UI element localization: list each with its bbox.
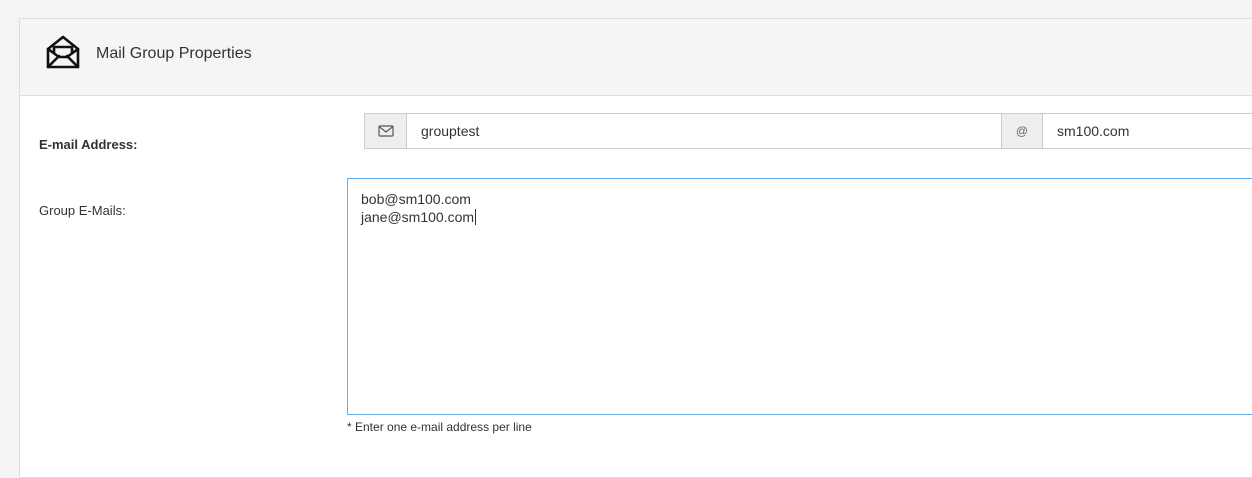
email-address-label: E-mail Address: (39, 137, 138, 152)
group-email-line: bob@sm100.com (361, 191, 471, 207)
panel-header: Mail Group Properties (20, 19, 1252, 96)
at-symbol-addon: @ (1001, 114, 1043, 148)
group-emails-textarea[interactable]: bob@sm100.com jane@sm100.com (347, 178, 1252, 415)
envelope-icon (377, 125, 394, 137)
email-domain-input[interactable]: sm100.com (1043, 114, 1252, 148)
email-address-input-group: grouptest @ sm100.com (364, 113, 1252, 149)
group-email-line-text: jane@sm100.com (361, 209, 475, 225)
group-emails-help-text: * Enter one e-mail address per line (347, 420, 532, 434)
open-envelope-icon (46, 35, 80, 69)
group-emails-label: Group E-Mails: (39, 203, 126, 218)
email-local-part-input[interactable]: grouptest (407, 114, 1001, 148)
mail-group-properties-panel: Mail Group Properties E-mail Address: gr… (19, 18, 1252, 478)
panel-title: Mail Group Properties (96, 45, 252, 62)
text-caret (475, 209, 477, 225)
email-addon (365, 114, 407, 148)
group-email-line: jane@sm100.com (361, 208, 1252, 226)
